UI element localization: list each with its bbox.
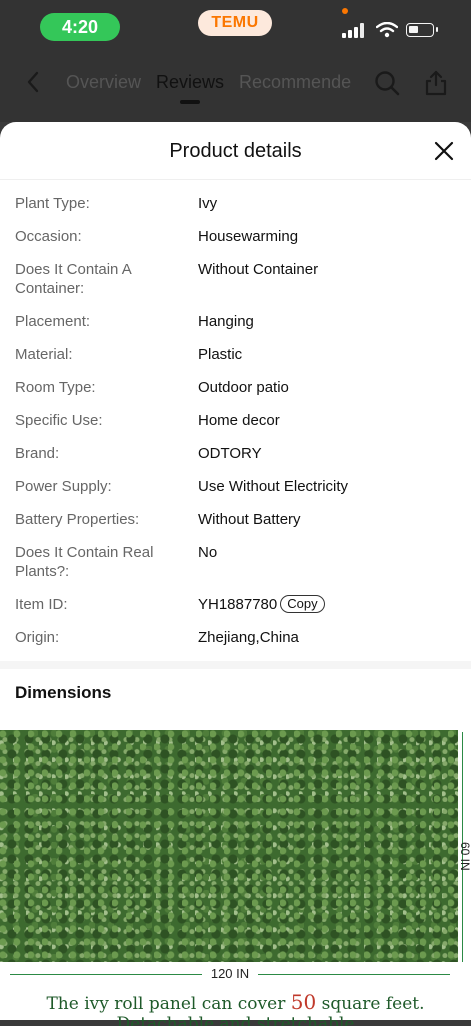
status-bar: 4:20 TEMU xyxy=(0,0,471,54)
detail-row: Specific Use: Home decor xyxy=(15,411,456,430)
detail-value: Without Container xyxy=(198,261,319,278)
detail-key: Material: xyxy=(15,346,73,363)
detail-row: Room Type: Outdoor patio xyxy=(15,378,456,397)
close-icon[interactable] xyxy=(433,140,455,162)
caption-text-after: square feet. xyxy=(316,994,425,1014)
detail-key: Does It Contain A Container: xyxy=(15,261,131,297)
details-list: Plant Type: Ivy Occasion: Housewarming D… xyxy=(0,180,471,647)
product-nav-bar: Overview Reviews Recommende xyxy=(0,54,471,122)
sheet-header: Product details xyxy=(0,122,471,180)
detail-row: Placement: Hanging xyxy=(15,312,456,331)
detail-key: Specific Use: xyxy=(15,412,103,429)
detail-value: Housewarming xyxy=(198,228,299,245)
detail-row: Does It Contain Real Plants?: No xyxy=(15,543,456,581)
battery-icon xyxy=(406,23,438,37)
detail-key: Does It Contain Real Plants?: xyxy=(15,544,154,580)
product-tabs: Overview Reviews Recommende xyxy=(66,72,351,104)
detail-value: No xyxy=(198,544,218,561)
detail-key: Room Type: xyxy=(15,379,96,396)
wifi-icon xyxy=(376,22,398,38)
detail-value: Home decor xyxy=(198,412,280,429)
detail-key: Placement: xyxy=(15,313,91,330)
detail-row: Origin: Zhejiang,China xyxy=(15,628,456,647)
detail-key: Plant Type: xyxy=(15,195,90,212)
detail-key: Battery Properties: xyxy=(15,511,140,528)
width-dimension-label: 120 IN xyxy=(202,966,258,982)
item-id-value[interactable]: YH1887780 xyxy=(198,596,277,613)
dimensions-title: Dimensions xyxy=(15,683,112,702)
image-caption-line2: Detachable and stretchable xyxy=(116,1014,355,1026)
detail-row: Power Supply: Use Without Electricity xyxy=(15,477,456,496)
image-caption: The ivy roll panel can cover 50 square f… xyxy=(0,990,471,1014)
sheet-title: Product details xyxy=(169,140,302,162)
ivy-panel-image xyxy=(0,730,458,962)
detail-value: Zhejiang,China xyxy=(198,629,299,646)
caption-text-before: The ivy roll panel can cover xyxy=(46,994,291,1014)
detail-key: Origin: xyxy=(15,629,60,646)
copy-button[interactable]: Copy xyxy=(280,595,325,613)
tab-reviews[interactable]: Reviews xyxy=(156,72,224,104)
detail-row: Plant Type: Ivy xyxy=(15,194,456,213)
detail-value-wrap: YH1887780 Copy xyxy=(198,595,456,614)
cellular-signal-icon xyxy=(342,22,366,38)
detail-key: Brand: xyxy=(15,445,60,462)
detail-value: Hanging xyxy=(198,313,254,330)
dimensions-image: 60 IN 120 IN The ivy roll panel can cove… xyxy=(0,728,471,1026)
section-divider xyxy=(0,661,471,669)
search-icon[interactable] xyxy=(374,70,400,96)
detail-row: Battery Properties: Without Battery xyxy=(15,510,456,529)
detail-value: Ivy xyxy=(198,195,218,212)
detail-value: Outdoor patio xyxy=(198,379,289,396)
detail-row: Occasion: Housewarming xyxy=(15,227,456,246)
back-icon[interactable] xyxy=(22,70,46,94)
detail-row: Item ID: YH1887780 Copy xyxy=(15,595,456,614)
detail-key: Occasion: xyxy=(15,228,82,245)
detail-key: Power Supply: xyxy=(15,478,112,495)
app-badge: TEMU xyxy=(198,10,272,36)
status-time[interactable]: 4:20 xyxy=(40,13,120,41)
height-dimension-label: 60 IN xyxy=(458,841,471,871)
detail-row: Material: Plastic xyxy=(15,345,456,364)
detail-value: Use Without Electricity xyxy=(198,478,349,495)
detail-value: Plastic xyxy=(198,346,243,363)
tab-overview[interactable]: Overview xyxy=(66,72,141,102)
privacy-indicator-dot xyxy=(342,8,348,14)
detail-row: Brand: ODTORY xyxy=(15,444,456,463)
detail-key: Item ID: xyxy=(15,596,68,613)
detail-value: ODTORY xyxy=(198,445,262,462)
caption-number: 50 xyxy=(290,990,317,1014)
detail-row: Does It Contain A Container: Without Con… xyxy=(15,260,456,298)
share-icon[interactable] xyxy=(424,70,448,96)
detail-value: Without Battery xyxy=(198,511,301,528)
tab-recommended[interactable]: Recommende xyxy=(239,72,351,102)
